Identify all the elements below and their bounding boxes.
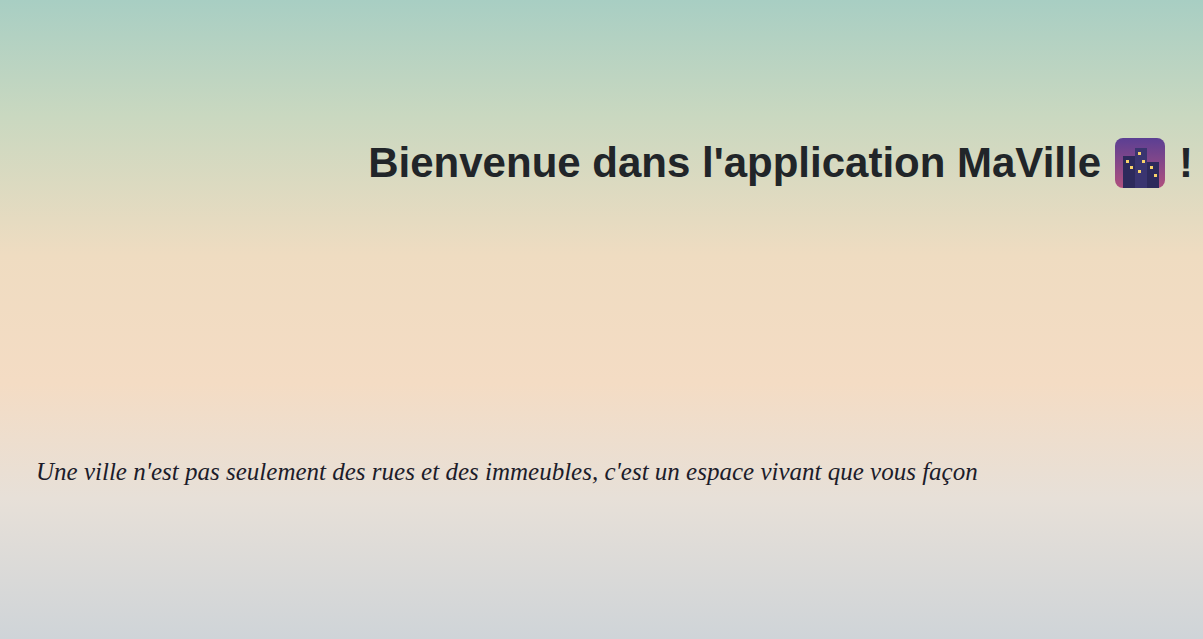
welcome-screen: Bienvenue dans l'application MaVille! Une… [0, 0, 1203, 639]
welcome-content: Bienvenue dans l'application MaVille! Une… [0, 0, 1203, 639]
tagline: Une ville n'est pas seulement des rues e… [36, 456, 1193, 489]
welcome-title: Bienvenue dans l'application MaVille! [368, 138, 1193, 188]
cityscape-icon [1115, 138, 1165, 188]
title-text: Bienvenue dans l'application MaVille [368, 138, 1101, 188]
title-exclamation: ! [1179, 138, 1193, 188]
skyline-background [0, 0, 1203, 639]
